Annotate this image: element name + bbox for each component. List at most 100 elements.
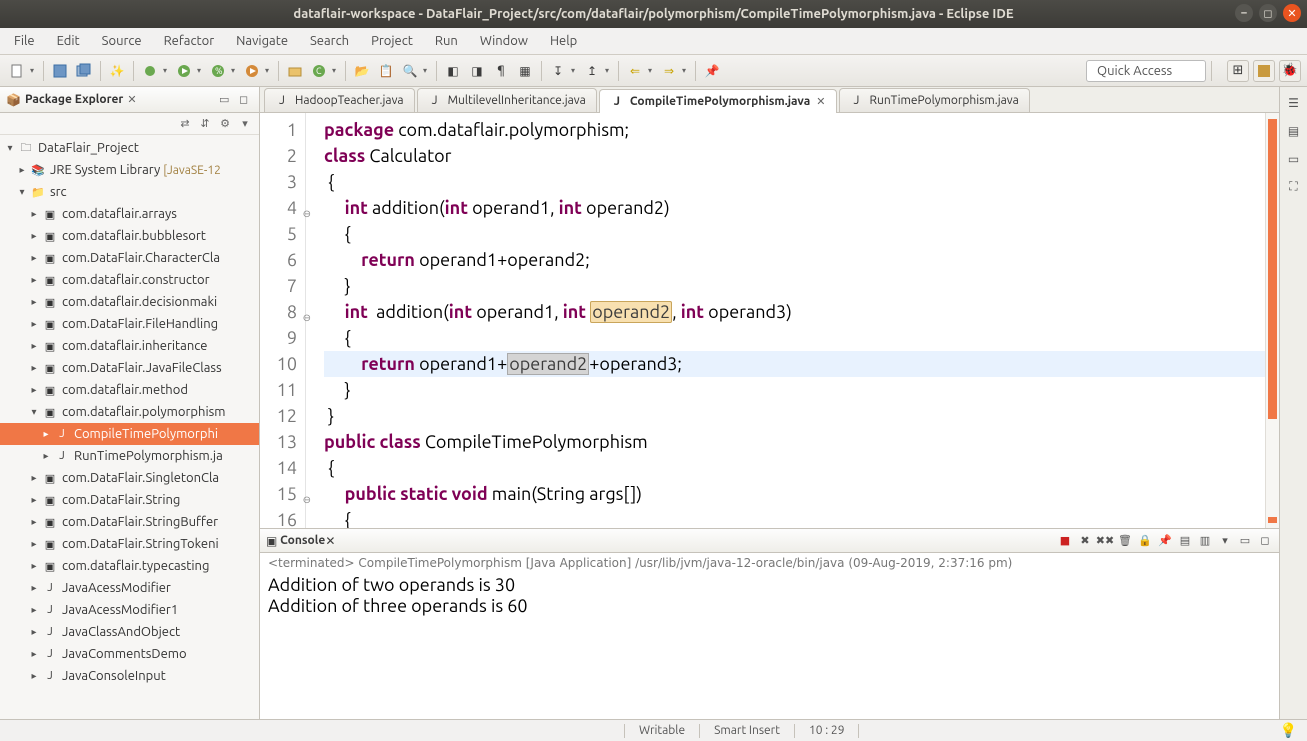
menu-project[interactable]: Project bbox=[361, 30, 423, 52]
view-menu-icon[interactable]: ▾ bbox=[237, 116, 253, 132]
quick-access-input[interactable]: Quick Access bbox=[1086, 60, 1206, 82]
close-button[interactable]: ✕ bbox=[1283, 4, 1301, 22]
menu-window[interactable]: Window bbox=[470, 30, 538, 52]
new-icon[interactable] bbox=[6, 60, 28, 82]
tree-project[interactable]: ▾🗀DataFlair_Project bbox=[0, 137, 259, 159]
menu-run[interactable]: Run bbox=[425, 30, 468, 52]
menu-source[interactable]: Source bbox=[92, 30, 152, 52]
maximize-button[interactable]: ◻ bbox=[1259, 4, 1277, 22]
dropdown-icon[interactable]: ▾ bbox=[332, 66, 340, 75]
tree-jre[interactable]: ▸📚JRE System Library [JavaSE-12 bbox=[0, 159, 259, 181]
code-editor[interactable]: package com.dataflair.polymorphism; clas… bbox=[306, 113, 1265, 528]
search-icon[interactable]: 🔍 bbox=[399, 60, 421, 82]
clear-console-icon[interactable]: 🗑 bbox=[1117, 533, 1133, 549]
new-class-icon[interactable]: C bbox=[308, 60, 330, 82]
debug-perspective-icon[interactable]: 🐞 bbox=[1279, 60, 1301, 82]
tree-package[interactable]: ▸▣com.dataflair.method bbox=[0, 379, 259, 401]
filter-icon[interactable]: ⚙ bbox=[217, 116, 233, 132]
overview-ruler[interactable] bbox=[1265, 113, 1279, 528]
remove-all-icon[interactable]: ✖✖ bbox=[1097, 533, 1113, 549]
java-perspective-icon[interactable] bbox=[1253, 60, 1275, 82]
back-icon[interactable]: ⇐ bbox=[624, 60, 646, 82]
console-menu-icon[interactable]: ▾ bbox=[1217, 533, 1233, 549]
pin-console-icon[interactable]: 📌 bbox=[1157, 533, 1173, 549]
ext-run-icon[interactable] bbox=[241, 60, 263, 82]
toggle-breadcrumb-icon[interactable]: ◧ bbox=[442, 60, 464, 82]
dropdown-icon[interactable]: ▾ bbox=[571, 66, 579, 75]
editor-area[interactable]: 1 2 3 4 5 6 7 8 9 10 11 12 13 14 15 16 p… bbox=[260, 113, 1279, 529]
dropdown-icon[interactable]: ▾ bbox=[197, 66, 205, 75]
menu-edit[interactable]: Edit bbox=[47, 30, 90, 52]
forward-icon[interactable]: ⇒ bbox=[658, 60, 680, 82]
open-task-icon[interactable]: 📋 bbox=[375, 60, 397, 82]
menu-search[interactable]: Search bbox=[300, 30, 359, 52]
console-close-icon[interactable]: ✕ bbox=[325, 534, 335, 548]
menu-refactor[interactable]: Refactor bbox=[154, 30, 225, 52]
tree-java-file[interactable]: ▸JJavaClassAndObject bbox=[0, 621, 259, 643]
tree-package[interactable]: ▸▣com.dataflair.decisionmaki bbox=[0, 291, 259, 313]
tree-package[interactable]: ▸▣com.DataFlair.CharacterCla bbox=[0, 247, 259, 269]
menu-file[interactable]: File bbox=[4, 30, 45, 52]
console-output[interactable]: Addition of two operands is 30 Addition … bbox=[260, 573, 1279, 719]
dropdown-icon[interactable]: ▾ bbox=[163, 66, 171, 75]
dropdown-icon[interactable]: ▾ bbox=[231, 66, 239, 75]
tree-package[interactable]: ▸▣com.DataFlair.StringBuffer bbox=[0, 511, 259, 533]
dropdown-icon[interactable]: ▾ bbox=[265, 66, 273, 75]
debug-icon[interactable] bbox=[139, 60, 161, 82]
dropdown-icon[interactable]: ▾ bbox=[30, 66, 38, 75]
new-package-icon[interactable] bbox=[284, 60, 306, 82]
run-icon[interactable] bbox=[173, 60, 195, 82]
maximize-view-icon[interactable]: ◻ bbox=[239, 93, 253, 107]
open-perspective-icon[interactable]: ⊞ bbox=[1227, 60, 1249, 82]
dropdown-icon[interactable]: ▾ bbox=[423, 66, 431, 75]
minimize-button[interactable]: – bbox=[1235, 4, 1253, 22]
toggle-mark-icon[interactable]: ◨ bbox=[466, 60, 488, 82]
outline-view-icon[interactable]: ☰ bbox=[1284, 93, 1304, 113]
dropdown-icon[interactable]: ▾ bbox=[682, 66, 690, 75]
tree-java-file-selected[interactable]: ▸JCompileTimePolymorphi bbox=[0, 423, 259, 445]
open-console-icon[interactable]: ▥ bbox=[1197, 533, 1213, 549]
link-editor-icon[interactable]: ⇵ bbox=[197, 116, 213, 132]
editor-tab-active[interactable]: JCompileTimePolymorphism.java✕ bbox=[599, 89, 837, 113]
tree-package[interactable]: ▸▣com.DataFlair.String bbox=[0, 489, 259, 511]
tree-package[interactable]: ▸▣com.dataflair.bubblesort bbox=[0, 225, 259, 247]
block-select-icon[interactable]: ▦ bbox=[514, 60, 536, 82]
display-selected-icon[interactable]: ▤ bbox=[1177, 533, 1193, 549]
restore-icon[interactable]: ⛶ bbox=[1284, 177, 1304, 197]
prev-annotation-icon[interactable]: ↥ bbox=[581, 60, 603, 82]
tree-package[interactable]: ▸▣com.dataflair.arrays bbox=[0, 203, 259, 225]
dropdown-icon[interactable]: ▾ bbox=[605, 66, 613, 75]
terminate-icon[interactable]: ■ bbox=[1057, 533, 1073, 549]
tree-java-file[interactable]: ▸JRunTimePolymorphism.ja bbox=[0, 445, 259, 467]
save-all-icon[interactable] bbox=[73, 60, 95, 82]
show-whitespace-icon[interactable]: ¶ bbox=[490, 60, 512, 82]
minimize-stack-icon[interactable]: ▭ bbox=[1284, 149, 1304, 169]
collapse-all-icon[interactable]: ⇄ bbox=[177, 116, 193, 132]
tree-java-file[interactable]: ▸JJavaConsoleInput bbox=[0, 665, 259, 687]
editor-tab[interactable]: JHadoopTeacher.java bbox=[264, 88, 415, 112]
editor-tab[interactable]: JMultilevelInheritance.java bbox=[417, 88, 597, 112]
line-number-gutter[interactable]: 1 2 3 4 5 6 7 8 9 10 11 12 13 14 15 16 bbox=[260, 113, 306, 528]
dropdown-icon[interactable]: ▾ bbox=[648, 66, 656, 75]
tip-icon[interactable]: 💡 bbox=[1280, 722, 1297, 739]
save-icon[interactable] bbox=[49, 60, 71, 82]
tree-package[interactable]: ▸▣com.dataflair.constructor bbox=[0, 269, 259, 291]
tree-package-open[interactable]: ▾▣com.dataflair.polymorphism bbox=[0, 401, 259, 423]
tree-package[interactable]: ▸▣com.DataFlair.FileHandling bbox=[0, 313, 259, 335]
tree-package[interactable]: ▸▣com.DataFlair.SingletonCla bbox=[0, 467, 259, 489]
scroll-lock-icon[interactable]: 🔒 bbox=[1137, 533, 1153, 549]
wand-icon[interactable]: ✨ bbox=[106, 60, 128, 82]
task-list-icon[interactable]: ▤ bbox=[1284, 121, 1304, 141]
editor-tab[interactable]: JRunTimePolymorphism.java bbox=[839, 88, 1030, 112]
next-annotation-icon[interactable]: ↧ bbox=[547, 60, 569, 82]
tree-package[interactable]: ▸▣com.DataFlair.StringTokeni bbox=[0, 533, 259, 555]
pin-icon[interactable]: 📌 bbox=[701, 60, 723, 82]
view-close-icon[interactable]: ✕ bbox=[127, 93, 136, 106]
tree-package[interactable]: ▸▣com.dataflair.typecasting bbox=[0, 555, 259, 577]
tree-java-file[interactable]: ▸JJavaAcessModifier1 bbox=[0, 599, 259, 621]
minimize-view-icon[interactable]: ▭ bbox=[1237, 533, 1253, 549]
tree-src[interactable]: ▾📁src bbox=[0, 181, 259, 203]
minimize-view-icon[interactable]: ▭ bbox=[219, 93, 233, 107]
remove-launch-icon[interactable]: ✖ bbox=[1077, 533, 1093, 549]
maximize-view-icon[interactable]: ◻ bbox=[1257, 533, 1273, 549]
